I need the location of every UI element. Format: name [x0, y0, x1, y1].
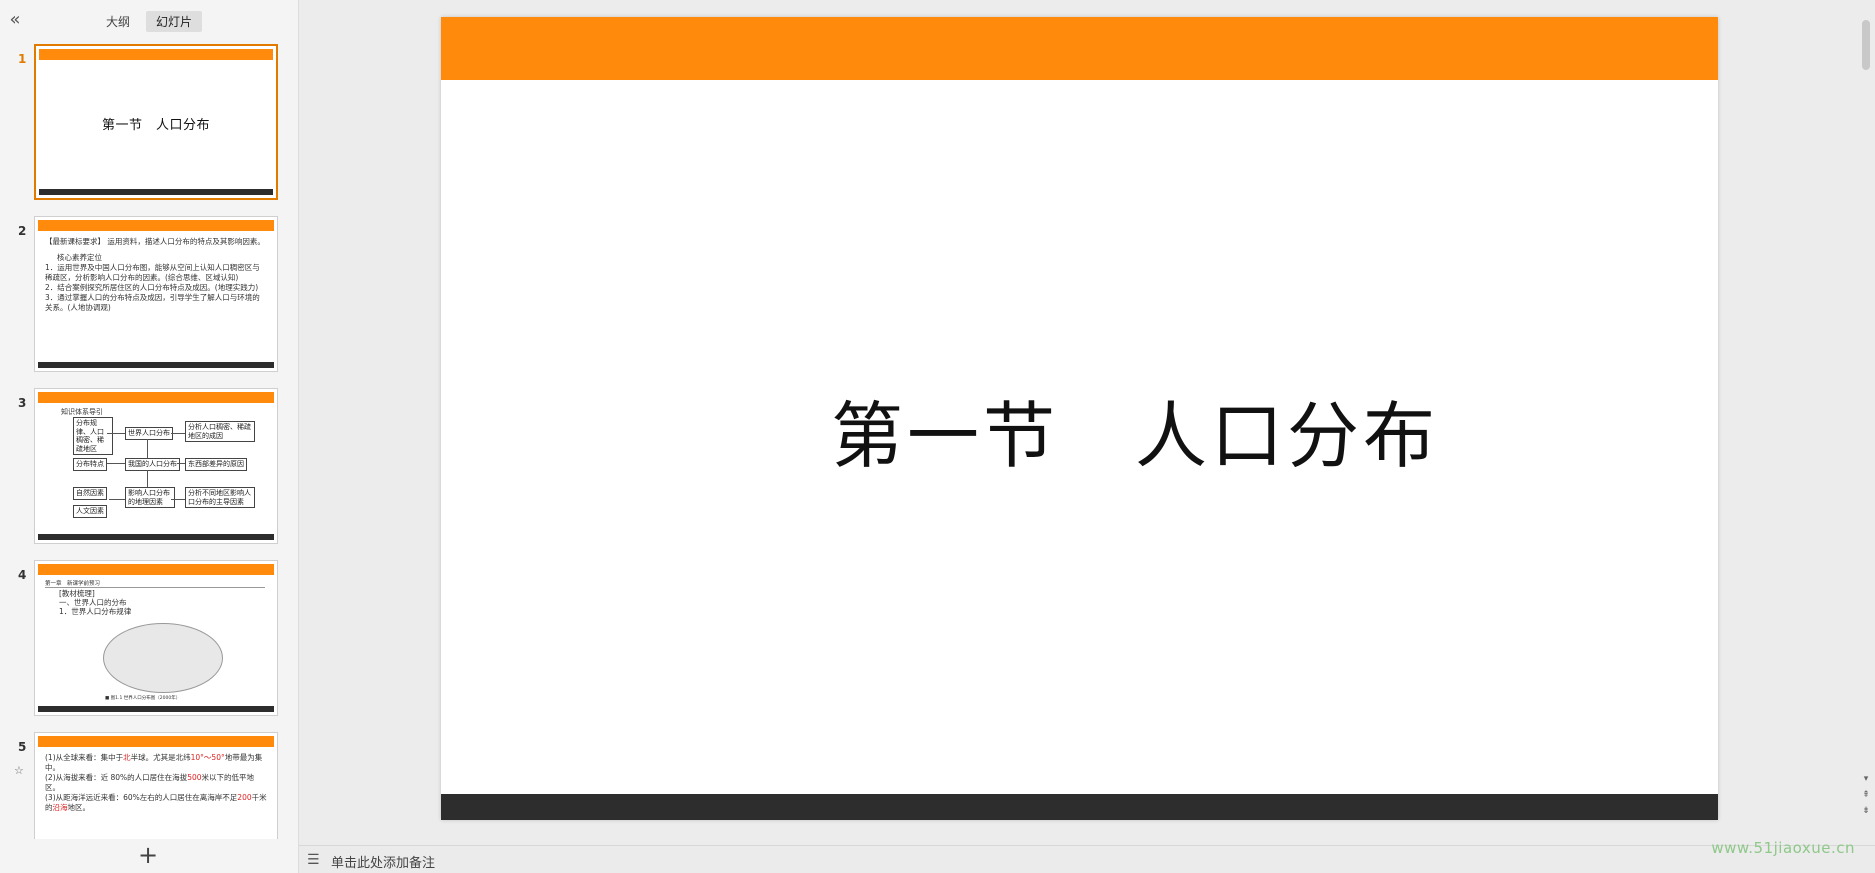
tab-slides[interactable]: 幻灯片 [146, 11, 203, 32]
slide-number: 5 [18, 740, 27, 754]
plus-icon[interactable]: + [136, 843, 160, 868]
previous-slide-icon[interactable]: ⇞ [1861, 790, 1871, 800]
slide-preview[interactable]: 【最新课标要求】 运用资料，描述人口分布的特点及其影响因素。 核心素养定位 1．… [34, 216, 278, 372]
diagram-connector [109, 499, 125, 500]
diagram-box: 分布特点 [73, 458, 107, 471]
slide-preview-text: (1)从全球来看：集中于北半球。尤其是北纬10°～50°地带最为集中。 (2)从… [45, 753, 267, 813]
slide-thumbnail-1[interactable]: 1 第一节 人口分布 [0, 44, 288, 204]
dark-footer-bar [38, 362, 274, 368]
diagram-connector [171, 433, 185, 434]
orange-header-bar [39, 49, 273, 60]
dark-footer-bar [38, 534, 274, 540]
orange-header-bar [38, 736, 274, 747]
diagram-box: 东西部差异的原因 [185, 458, 247, 471]
slide-thumbnail-4[interactable]: 4 第一章 新课学前预习 [教材梳理] 一、世界人口的分布 1．世界人口分布规律… [0, 560, 288, 720]
slide-preview-header: 第一章 新课学前预习 [45, 579, 265, 588]
notes-placeholder[interactable]: 单击此处添加备注 [331, 852, 435, 871]
tab-outline[interactable]: 大纲 [96, 11, 140, 32]
diagram-box: 分布规律、人口稠密、稀疏地区 [73, 417, 113, 455]
current-slide[interactable]: 第一节 人口分布 [441, 17, 1718, 820]
slide-preview-title: 第一节 人口分布 [101, 118, 210, 133]
text-line: 1．世界人口分布规律 [59, 607, 132, 616]
text-line: 3．通过掌握人口的分布特点及成因，引导学生了解人口与环境的关系。(人地协调观) [45, 293, 260, 312]
diagram-box: 影响人口分布的地理因素 [125, 487, 175, 508]
slide-sidebar: « 大纲 幻灯片 1 第一节 人口分布 2 【最新课标要求】 运用资料，描述人口… [0, 0, 299, 873]
slide-thumbnail-list: 1 第一节 人口分布 2 【最新课标要求】 运用资料，描述人口分布的特点及其影响… [0, 44, 288, 839]
map-caption: ■ 图1.1 世界人口分布图（2000年） [105, 696, 181, 701]
diagram-box: 人文因素 [73, 505, 107, 518]
slide-editor: 第一节 人口分布 ▾ ⇞ ⇟ [299, 0, 1875, 845]
diagram-connector [147, 439, 148, 458]
watermark: www.51jiaoxue.cn [1711, 839, 1855, 857]
diagram-connector [107, 433, 125, 434]
diagram-heading: 知识体系导引 [61, 408, 103, 416]
diagram-connector [171, 499, 185, 500]
orange-header-bar [38, 564, 274, 575]
diagram-connector [147, 470, 148, 487]
diagram-connector [177, 463, 185, 464]
slide-preview-text: [教材梳理] 一、世界人口的分布 1．世界人口分布规律 [59, 589, 267, 616]
diagram-box: 我国的人口分布 [125, 458, 180, 471]
slide-thumbnail-2[interactable]: 2 【最新课标要求】 运用资料，描述人口分布的特点及其影响因素。 核心素养定位 … [0, 216, 288, 376]
diagram-box: 世界人口分布 [125, 427, 173, 440]
slide-number: 4 [18, 568, 27, 582]
world-map-thumbnail [103, 623, 223, 693]
scrollbar-thumb[interactable] [1862, 20, 1870, 70]
text-line: (3)从距海洋远近来看：60%左右的人口居住在离海岸不足200千米的沿海地区。 [45, 793, 267, 812]
text-line: 2．结合案例探究所居住区的人口分布特点及成因。(地理实践力) [45, 283, 259, 292]
vertical-scrollbar[interactable]: ▾ ⇞ ⇟ [1861, 20, 1871, 820]
slide-preview-text: 【最新课标要求】 运用资料，描述人口分布的特点及其影响因素。 核心素养定位 1．… [45, 237, 267, 313]
slide-thumbnail-5[interactable]: 5 ☆ (1)从全球来看：集中于北半球。尤其是北纬10°～50°地带最为集中。 … [0, 732, 288, 839]
orange-header-bar [441, 17, 1718, 80]
diagram-box: 分析不同地区影响人口分布的主导因素 [185, 487, 255, 508]
slide-preview[interactable]: 第一节 人口分布 [34, 44, 278, 200]
slide-preview[interactable]: 知识体系导引 分布规律、人口稠密、稀疏地区 分布特点 自然因素 人文因素 世界人… [34, 388, 278, 544]
dark-footer-bar [38, 706, 274, 712]
text-line: 核心素养定位 [57, 253, 102, 262]
dark-footer-bar [441, 794, 1718, 820]
diagram-connector [107, 463, 125, 464]
slide-number: 1 [18, 52, 27, 66]
notes-bar[interactable]: ☰ 单击此处添加备注 [299, 845, 1875, 873]
orange-header-bar [38, 220, 274, 231]
text-line: 【最新课标要求】 运用资料，描述人口分布的特点及其影响因素。 [45, 237, 265, 246]
slide-number: 2 [18, 224, 27, 238]
diagram-box: 分析人口稠密、稀疏地区的成因 [185, 421, 255, 442]
orange-header-bar [38, 392, 274, 403]
text-line: 一、世界人口的分布 [59, 598, 127, 607]
text-line: (1)从全球来看：集中于北半球。尤其是北纬10°～50°地带最为集中。 [45, 753, 263, 772]
slide-number: 3 [18, 396, 27, 410]
knowledge-diagram: 知识体系导引 分布规律、人口稠密、稀疏地区 分布特点 自然因素 人文因素 世界人… [41, 407, 271, 525]
slide-preview[interactable]: (1)从全球来看：集中于北半球。尤其是北纬10°～50°地带最为集中。 (2)从… [34, 732, 278, 839]
notes-lines-icon: ☰ [307, 852, 320, 868]
scroll-down-arrow-icon[interactable]: ▾ [1861, 774, 1871, 784]
slide-title[interactable]: 第一节 人口分布 [831, 377, 1439, 482]
text-line: [教材梳理] [59, 589, 95, 598]
diagram-box: 自然因素 [73, 487, 107, 500]
slide-preview[interactable]: 第一章 新课学前预习 [教材梳理] 一、世界人口的分布 1．世界人口分布规律 ■… [34, 560, 278, 716]
double-chevron-left-icon[interactable]: « [4, 10, 26, 32]
dark-footer-bar [39, 189, 273, 195]
next-slide-icon[interactable]: ⇟ [1861, 806, 1871, 816]
text-line: (2)从海拔来看：近 80%的人口居住在海拔500米以下的低平地区。 [45, 773, 255, 792]
view-tabs: 大纲 幻灯片 [96, 11, 203, 32]
star-icon: ☆ [14, 764, 24, 777]
text-line: 1．运用世界及中国人口分布图，能够从空间上认知人口稠密区与稀疏区，分析影响人口分… [45, 263, 260, 282]
slide-thumbnail-3[interactable]: 3 知识体系导引 分布规律、人口稠密、稀疏地区 分布特点 自然因素 人文因素 世… [0, 388, 288, 548]
